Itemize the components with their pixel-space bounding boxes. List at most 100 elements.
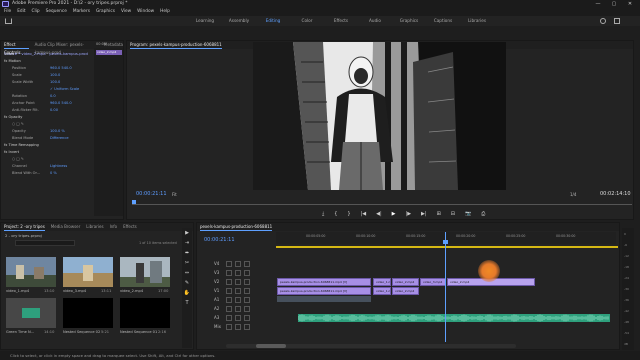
sync-lock-icon[interactable] (235, 315, 241, 321)
mark-out-button[interactable]: } (347, 211, 350, 217)
lock-icon[interactable] (226, 324, 232, 330)
tab-effect-controls[interactable]: Effect Controls (4, 41, 29, 55)
program-playhead[interactable] (132, 200, 136, 204)
effect-property-row[interactable]: Rotation 0.0 (12, 94, 56, 98)
sync-lock-icon[interactable] (235, 306, 241, 312)
effect-property-row[interactable]: fx Time Remapping (4, 143, 39, 147)
export-frame-icon[interactable]: 📷 (465, 211, 471, 217)
marker-button[interactable]: ⤓ (322, 211, 324, 217)
tab-info[interactable]: Info (110, 223, 118, 231)
workspace-tab-captions[interactable]: Captions (426, 16, 460, 26)
effect-clip-bar[interactable]: video_2.mp4 (96, 50, 122, 55)
effect-property-row[interactable]: Blend Mode Difference (12, 136, 69, 140)
property-value[interactable]: ✓ Uniform Scale (50, 87, 79, 91)
program-video-frame[interactable] (253, 42, 506, 190)
property-value[interactable]: Lightness (50, 164, 67, 168)
button-editor-icon[interactable]: ⎙ (481, 211, 485, 217)
effect-property-row[interactable]: fx Opacity (4, 115, 22, 119)
menu-clip[interactable]: Clip (32, 8, 40, 16)
pen-tool-icon[interactable]: ✎ (182, 278, 192, 288)
video-clip[interactable]: video_1.mp4 (373, 287, 391, 295)
menu-file[interactable]: File (4, 8, 11, 16)
workspace-tab-color[interactable]: Color (290, 16, 324, 26)
lock-icon[interactable] (226, 315, 232, 321)
play-button[interactable]: ▶ (392, 211, 396, 217)
eye-icon[interactable] (244, 315, 250, 321)
thumbnail-video-1[interactable] (6, 257, 56, 287)
effect-property-row[interactable]: Position 960.0 540.0 (12, 66, 72, 70)
eye-icon[interactable] (244, 261, 250, 267)
scrollbar-knob[interactable] (256, 344, 286, 348)
linked-clip-band[interactable] (277, 296, 371, 302)
in-out-range-bar[interactable] (276, 246, 618, 248)
video-clip[interactable]: video_2.mp4 (392, 278, 419, 286)
track-header[interactable]: Mix (200, 323, 618, 331)
property-value[interactable]: 960.0 540.0 (50, 101, 72, 105)
lift-button[interactable]: ⊞ (437, 211, 441, 217)
home-icon[interactable] (5, 18, 12, 24)
tab-effects[interactable]: Effects (123, 223, 137, 231)
lock-icon[interactable] (226, 279, 232, 285)
lock-icon[interactable] (226, 288, 232, 294)
project-search-input[interactable] (15, 240, 75, 246)
lock-icon[interactable] (226, 297, 232, 303)
lock-icon[interactable] (226, 261, 232, 267)
eye-icon[interactable] (244, 288, 250, 294)
workspace-tab-audio[interactable]: Audio (358, 16, 392, 26)
tab-media-browser[interactable]: Media Browser (51, 223, 81, 231)
workspace-tab-libraries[interactable]: Libraries (460, 16, 494, 26)
property-value[interactable]: 0 % (50, 171, 57, 175)
audio-clip-waveform[interactable] (298, 314, 618, 322)
eye-icon[interactable] (244, 279, 250, 285)
minimize-button[interactable]: — (592, 0, 604, 8)
property-value[interactable]: Difference (50, 136, 69, 140)
menu-view[interactable]: View (121, 8, 131, 16)
step-forward-button[interactable]: |▶ (406, 211, 412, 217)
effect-property-row[interactable]: Anchor Point 960.0 540.0 (12, 101, 72, 105)
effect-property-row[interactable]: ○ □ ✎ (12, 157, 24, 161)
thumbnail-green-time[interactable] (6, 298, 56, 328)
razor-tool-icon[interactable]: ✂ (182, 258, 192, 268)
thumbnail-video-3[interactable] (63, 257, 113, 287)
track-select-tool-icon[interactable]: ⇥ (182, 238, 192, 248)
sequence-tab[interactable]: pexels-kampus-production-6068811 (200, 223, 273, 231)
menu-edit[interactable]: Edit (17, 8, 25, 16)
workspace-tab-learning[interactable]: Learning (188, 16, 222, 26)
lock-icon[interactable] (226, 270, 232, 276)
thumbnail-video-2[interactable] (120, 257, 170, 287)
video-clip[interactable]: pexels-kampus-production-6068811.mp4 [V] (277, 287, 371, 295)
type-tool-icon[interactable]: T (182, 298, 192, 308)
effect-property-row[interactable]: Blend With Or... 0 % (12, 171, 57, 175)
menu-window[interactable]: Window (137, 8, 154, 16)
sync-lock-icon[interactable] (235, 261, 241, 267)
video-clip[interactable]: video_3.mp4 (420, 278, 446, 286)
tab-audio-clip-mixer[interactable]: Audio Clip Mixer: pexels-kampus-prod (35, 41, 98, 55)
property-value[interactable]: 100.0 (50, 80, 60, 84)
video-clip[interactable]: pexels-kampus-production-6068811.mp4 [V] (277, 278, 371, 286)
eye-icon[interactable] (244, 306, 250, 312)
effect-property-row[interactable]: Anti-flicker Filt. 0.00 (12, 108, 58, 112)
effect-property-row[interactable]: Scale 100.0 (12, 73, 60, 77)
thumbnail-nested-sequence-01[interactable] (120, 298, 170, 328)
playhead-handle[interactable] (443, 240, 448, 244)
workspace-tab-assembly[interactable]: Assembly (222, 16, 256, 26)
program-monitor-title[interactable]: Program: pexels-kampus-production-606881… (130, 41, 222, 49)
hand-tool-icon[interactable]: ✋ (182, 288, 192, 298)
maximize-button[interactable]: ▢ (608, 0, 620, 8)
eye-icon[interactable] (244, 297, 250, 303)
playback-resolution-dropdown[interactable]: 1/4 (570, 192, 576, 197)
eye-icon[interactable] (244, 270, 250, 276)
track-header[interactable]: A1 (200, 296, 618, 304)
sync-lock-icon[interactable] (235, 297, 241, 303)
sync-lock-icon[interactable] (235, 324, 241, 330)
track-header[interactable]: V3 (200, 269, 618, 277)
lock-icon[interactable] (226, 306, 232, 312)
workspace-tab-graphics[interactable]: Graphics (392, 16, 426, 26)
effect-property-row[interactable]: fx Motion (4, 59, 21, 63)
effect-property-row[interactable]: Scale Width 100.0 (12, 80, 60, 84)
video-clip[interactable]: video_2.mp4 (392, 287, 419, 295)
property-value[interactable]: 100.0 % (50, 129, 65, 133)
workspace-tab-effects[interactable]: Effects (324, 16, 358, 26)
menu-help[interactable]: Help (160, 8, 170, 16)
property-value[interactable]: 960.0 540.0 (50, 66, 72, 70)
